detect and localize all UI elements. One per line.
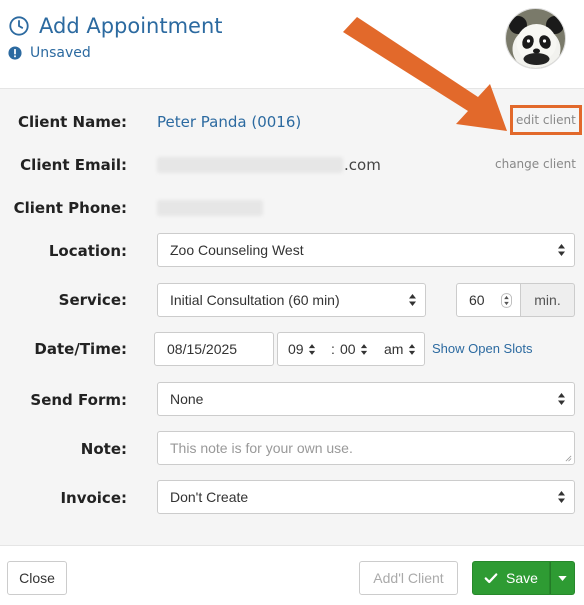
- service-label: Service:: [58, 291, 127, 309]
- duration-unit: min.: [521, 283, 575, 317]
- edit-client-highlight: [510, 105, 582, 135]
- email-redacted: [157, 157, 343, 173]
- ampm-arrows-icon[interactable]: [408, 343, 416, 356]
- unsaved-status: Unsaved: [30, 45, 91, 61]
- note-placeholder: This note is for your own use.: [170, 440, 353, 456]
- minute-value[interactable]: 00: [340, 341, 356, 357]
- select-arrows-icon: [409, 294, 416, 306]
- save-label: Save: [506, 570, 538, 586]
- client-name-link[interactable]: Peter Panda (0016): [157, 113, 301, 131]
- caret-down-icon: [558, 575, 567, 581]
- send-form-value: None: [170, 391, 204, 407]
- time-separator: :: [331, 341, 335, 357]
- client-email-label: Client Email:: [20, 156, 127, 174]
- duration-input[interactable]: 60: [456, 283, 521, 317]
- date-input[interactable]: 08/15/2025: [154, 332, 274, 366]
- hour-arrows-icon[interactable]: [308, 343, 316, 356]
- select-arrows-icon: [558, 393, 565, 405]
- status-row: Unsaved: [8, 45, 91, 61]
- modal-title: Add Appointment: [39, 14, 223, 38]
- spinner-icon[interactable]: [501, 293, 512, 308]
- hour-value[interactable]: 09: [288, 341, 304, 357]
- send-form-select[interactable]: None: [157, 382, 575, 416]
- datetime-label: Date/Time:: [34, 340, 127, 358]
- clock-icon: [9, 16, 29, 36]
- service-value: Initial Consultation (60 min): [170, 292, 340, 308]
- send-form-label: Send Form:: [30, 391, 127, 409]
- note-input[interactable]: This note is for your own use.: [157, 431, 575, 465]
- ampm-value[interactable]: am: [384, 341, 403, 357]
- panda-avatar-icon: [506, 9, 565, 68]
- select-arrows-icon: [558, 244, 565, 256]
- duration-value: 60: [469, 292, 485, 308]
- service-select[interactable]: Initial Consultation (60 min): [157, 283, 426, 317]
- close-button[interactable]: Close: [7, 561, 67, 595]
- time-picker: 09 : 00 am: [277, 332, 425, 366]
- location-value: Zoo Counseling West: [170, 242, 304, 258]
- save-dropdown-button[interactable]: [550, 561, 575, 595]
- avatar: [505, 8, 566, 69]
- client-name-label: Client Name:: [17, 113, 127, 131]
- note-label: Note:: [80, 440, 127, 458]
- check-icon: [484, 573, 498, 584]
- location-select[interactable]: Zoo Counseling West: [157, 233, 575, 267]
- email-suffix: .com: [344, 156, 381, 174]
- invoice-select[interactable]: Don't Create: [157, 480, 575, 514]
- modal-header: Add Appointment Unsaved: [0, 0, 584, 89]
- add-client-button[interactable]: Add'l Client: [359, 561, 458, 595]
- title-row: Add Appointment: [8, 14, 223, 38]
- phone-redacted: [157, 200, 263, 216]
- save-button[interactable]: Save: [472, 561, 550, 595]
- minute-arrows-icon[interactable]: [360, 343, 368, 356]
- date-value: 08/15/2025: [167, 341, 238, 357]
- change-client-link[interactable]: change client: [495, 157, 576, 171]
- exclamation-circle-icon: [8, 46, 22, 60]
- client-phone-label: Client Phone:: [13, 199, 127, 217]
- select-arrows-icon: [558, 491, 565, 503]
- modal-footer: Close Add'l Client Save: [0, 545, 584, 605]
- show-open-slots-link[interactable]: Show Open Slots: [432, 341, 532, 356]
- resize-handle-icon[interactable]: [565, 455, 572, 462]
- invoice-label: Invoice:: [60, 489, 127, 507]
- location-label: Location:: [48, 242, 127, 260]
- invoice-value: Don't Create: [170, 489, 249, 505]
